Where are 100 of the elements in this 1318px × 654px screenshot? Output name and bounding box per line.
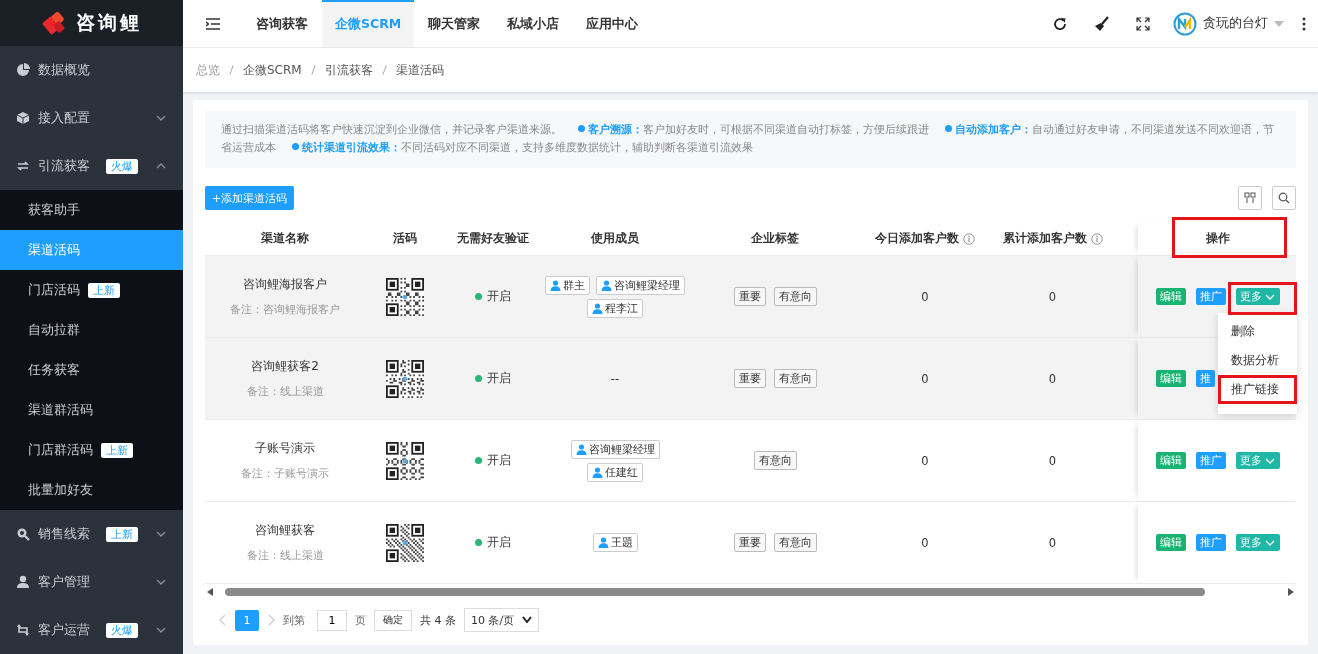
avatar-icon (1173, 11, 1197, 36)
channel-note: 备注：子账号演示 (241, 466, 329, 481)
member-tag: 群主 (545, 275, 590, 295)
status-text: 开启 (486, 288, 511, 305)
nav-tab[interactable]: 私域小店 (494, 0, 573, 47)
swap-arrows-icon (16, 159, 30, 173)
breadcrumb-link[interactable]: 渠道活码 (395, 61, 444, 79)
qr-code (386, 359, 424, 398)
user-icon (16, 575, 30, 589)
page-size-select[interactable]: 10 条/页 (464, 608, 540, 632)
scroll-left-icon (207, 588, 213, 596)
sidebar-item[interactable]: 销售线索 上新 (0, 510, 183, 558)
breadcrumb-link[interactable]: 企微SCRM (243, 61, 302, 79)
column-header: 无需好友验证 (456, 231, 529, 246)
company-tag: 重要 (733, 287, 766, 306)
hot-badge: 火爆 (106, 158, 138, 174)
nav-tab[interactable]: 应用中心 (573, 0, 652, 47)
breadcrumb-link[interactable]: 引流获客 (324, 61, 373, 79)
sidebar-subitem[interactable]: 批量加好友 (0, 470, 183, 510)
column-header: 操作 (1205, 231, 1230, 246)
company-tag: 有意向 (773, 287, 817, 306)
channel-name: 咨询鲤获客2 (251, 358, 319, 375)
menu-item[interactable]: 删除 (1218, 317, 1297, 346)
user-icon (592, 302, 603, 314)
fullscreen-icon (1136, 16, 1150, 31)
caret-down-icon (1274, 20, 1284, 27)
hot-badge: 火爆 (106, 622, 138, 638)
sidebar-item[interactable]: 数据概览 (0, 46, 183, 94)
sidebar-subitem[interactable]: 自动拉群 (0, 310, 183, 350)
today-count: 0 (921, 453, 929, 468)
channel-note: 备注：咨询鲤海报客户 (230, 302, 340, 317)
nav-tab[interactable]: 咨询获客 (243, 0, 321, 47)
goto-label: 到第 (283, 612, 305, 628)
scrollbar-thumb[interactable] (225, 588, 1205, 596)
qr-code (386, 277, 424, 316)
search-icon (16, 527, 30, 541)
channel-name: 咨询鲤获客 (255, 522, 315, 539)
today-count: 0 (921, 535, 929, 550)
prev-page-icon (219, 614, 227, 626)
chevron-down-icon (522, 616, 533, 624)
menu-item[interactable]: 推广链接 (1218, 375, 1297, 404)
pie-chart-icon (16, 63, 30, 77)
company-tag: 有意向 (753, 451, 797, 470)
company-tag: 重要 (733, 369, 766, 388)
total-count: 0 (1048, 371, 1057, 386)
page-unit: 页 (355, 612, 366, 628)
member-tag: 咨询鲤梁经理 (570, 439, 660, 459)
today-count: 0 (921, 289, 929, 304)
status-text: 开启 (486, 452, 511, 469)
more-vertical-icon (1302, 16, 1306, 31)
sidebar-item[interactable]: 引流获客 火爆 (0, 142, 183, 190)
brush-icon (1094, 15, 1110, 32)
total-count: 0 (1048, 535, 1057, 550)
repeat-icon (16, 623, 30, 637)
next-page-icon (267, 614, 275, 626)
channel-note: 备注：线上渠道 (246, 384, 324, 399)
columns-button[interactable] (1238, 186, 1262, 210)
refresh-icon (1052, 15, 1068, 32)
member-tag: 咨询鲤梁经理 (596, 275, 685, 295)
qr-code (386, 441, 424, 480)
user-icon (575, 443, 587, 455)
column-header: 今日添加客户数 (875, 231, 959, 246)
member-tag: 王題 (592, 533, 638, 552)
new-badge: 上新 (101, 442, 133, 458)
user-icon (592, 466, 603, 478)
columns-icon (1244, 192, 1256, 204)
user-name[interactable]: 贪玩的台灯 (1203, 15, 1268, 32)
empty-value: -- (610, 371, 620, 386)
channel-name: 咨询鲤海报客户 (243, 276, 327, 293)
search-button[interactable] (1272, 186, 1296, 210)
status-text: 开启 (486, 534, 511, 551)
sidebar-item[interactable]: 接入配置 (0, 94, 183, 142)
status-text: 开启 (486, 370, 511, 387)
sidebar-item[interactable]: 客户管理 (0, 558, 183, 606)
company-tag: 重要 (733, 533, 766, 552)
qr-code (386, 523, 424, 562)
sidebar-subitem[interactable]: 门店活码 上新 (0, 270, 183, 310)
channel-name: 子账号演示 (255, 440, 315, 457)
user-icon (550, 279, 561, 291)
cube-icon (16, 111, 30, 125)
nav-tab[interactable]: 聊天管家 (415, 0, 494, 47)
search-icon (1278, 192, 1290, 204)
page-input[interactable]: 1 (317, 609, 347, 631)
column-header: 使用成员 (591, 231, 639, 246)
member-tag: 任建红 (587, 462, 643, 482)
menu-icon (206, 17, 220, 30)
app-name: 咨询鲤 (75, 10, 142, 35)
sidebar-subitem[interactable]: 任务获客 (0, 350, 183, 390)
menu-item[interactable]: 数据分析 (1218, 346, 1297, 375)
sidebar-subitem[interactable]: 门店群活码 上新 (0, 430, 183, 470)
column-header: 企业标签 (751, 231, 799, 246)
new-badge: 上新 (88, 282, 120, 298)
member-tag: 程李江 (587, 298, 643, 318)
sidebar-subitem[interactable]: 渠道群活码 (0, 390, 183, 430)
confirm-button[interactable]: 确定 (374, 609, 412, 631)
sidebar-item[interactable]: 客户运营 火爆 (0, 606, 183, 654)
sidebar-subitem[interactable]: 获客助手 (0, 190, 183, 230)
company-tag: 有意向 (773, 369, 817, 388)
info-notice: 通过扫描渠道活码将客户快速沉淀到企业微信，并记录客户渠道来源。 客户溯源：客户加好友时，可根据不同渠道自动打标签，方便后续跟进 自动添加客户：自动通过好友申请，不同渠道发送不同欢迎语，节省运营成本 统计渠道引流效果：不同活码对应不同渠道，支持多维度数据统计，辅助判断各渠道引流效果 (205, 111, 1296, 168)
user-icon (597, 537, 609, 548)
